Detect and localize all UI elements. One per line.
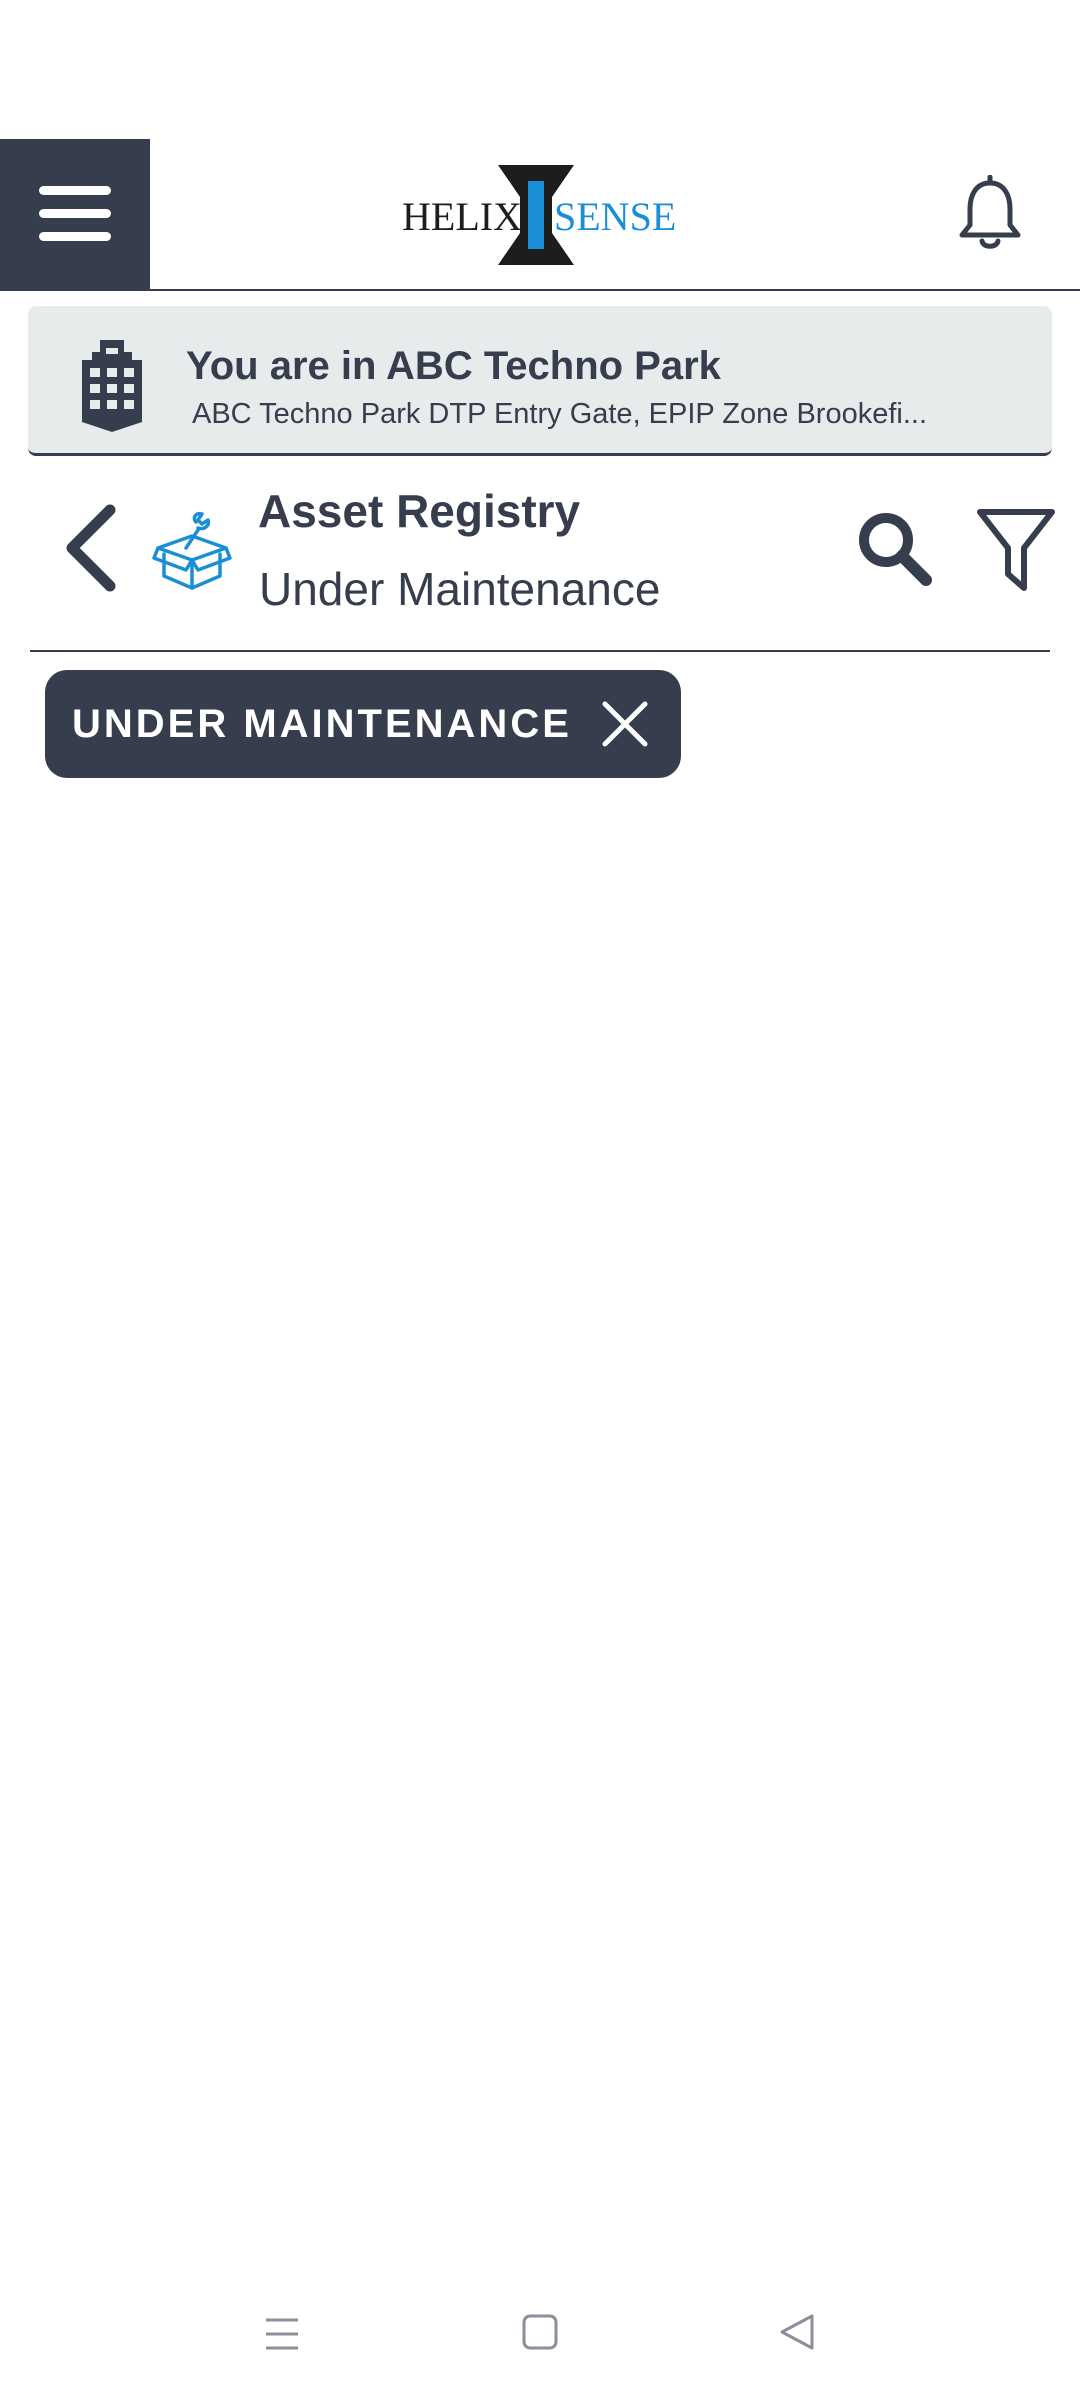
bell-icon[interactable]: [950, 175, 1030, 255]
close-icon[interactable]: [597, 696, 653, 752]
helixsense-logo: HELIX SENSE: [402, 165, 676, 265]
location-title: You are in ABC Techno Park: [186, 344, 721, 388]
home-icon[interactable]: [520, 2312, 560, 2352]
page-title: Asset Registry: [258, 485, 581, 537]
page-title-bar: Asset Registry Under Maintenance: [30, 470, 1055, 652]
system-nav-bar: [0, 2290, 1080, 2400]
location-banner[interactable]: You are in ABC Techno Park ABC Techno Pa…: [28, 306, 1052, 456]
filter-icon[interactable]: [974, 504, 1058, 596]
filter-chip-label: UNDER MAINTENANCE: [72, 701, 572, 746]
app-header: HELIX SENSE: [0, 139, 1080, 291]
hamburger-menu-icon: [39, 186, 111, 241]
svg-text:HELIX: HELIX: [402, 194, 522, 239]
location-address: ABC Techno Park DTP Entry Gate, EPIP Zon…: [192, 398, 928, 430]
search-icon[interactable]: [852, 506, 936, 590]
page-subtitle: Under Maintenance: [259, 563, 661, 615]
back-triangle-icon[interactable]: [778, 2312, 818, 2352]
building-icon: [82, 340, 142, 432]
filter-chip-under-maintenance: UNDER MAINTENANCE: [45, 670, 681, 778]
recent-apps-icon[interactable]: [262, 2314, 302, 2354]
chevron-left-icon[interactable]: [60, 498, 120, 598]
box-wrench-icon: [152, 511, 232, 590]
svg-text:SENSE: SENSE: [554, 194, 676, 239]
menu-button[interactable]: [0, 139, 150, 289]
